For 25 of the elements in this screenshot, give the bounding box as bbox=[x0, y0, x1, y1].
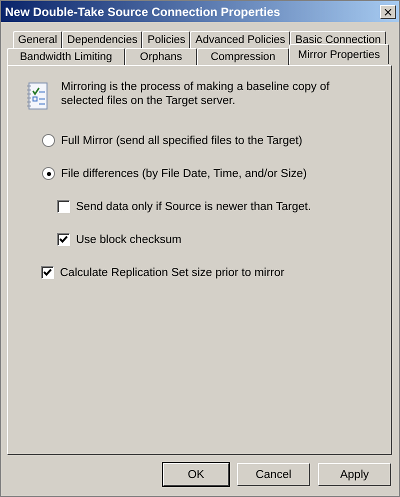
description-text: Mirroring is the process of making a baseline copy of selected files on the Target server. bbox=[61, 80, 330, 108]
checkbox[interactable] bbox=[57, 200, 70, 213]
dialog-button[interactable]: OK bbox=[163, 463, 229, 486]
window-title: New Double-Take Source Connection Properties bbox=[5, 4, 280, 18]
tab[interactable]: General bbox=[13, 31, 62, 48]
option-label: Use block checksum bbox=[76, 234, 182, 246]
tab[interactable]: Orphans bbox=[125, 48, 197, 65]
close-button[interactable]: × bbox=[380, 4, 396, 18]
tab[interactable]: Dependencies bbox=[62, 31, 142, 48]
tab[interactable]: Mirror Properties bbox=[289, 44, 389, 64]
checklist-icon bbox=[26, 82, 48, 110]
radio-button[interactable] bbox=[42, 167, 55, 180]
tab[interactable]: Bandwidth Limiting bbox=[7, 48, 125, 65]
tab[interactable]: Policies bbox=[142, 31, 190, 48]
tab[interactable]: Compression bbox=[197, 48, 289, 65]
checkbox[interactable] bbox=[57, 233, 70, 246]
option-label: File differences (by File Date, Time, and/or Size) bbox=[61, 168, 307, 180]
tab[interactable]: Advanced Policies bbox=[190, 31, 290, 48]
option-label: Send data only if Source is newer than Target. bbox=[76, 200, 312, 212]
dialog-button[interactable]: Cancel bbox=[237, 463, 310, 486]
checkbox[interactable] bbox=[41, 266, 54, 279]
option-label: Calculate Replication Set size prior to mirror bbox=[60, 266, 284, 278]
radio-button[interactable] bbox=[42, 134, 55, 147]
option-label: Full Mirror (send all specified files to the Target) bbox=[61, 134, 302, 146]
dialog-button[interactable]: Apply bbox=[318, 463, 391, 486]
